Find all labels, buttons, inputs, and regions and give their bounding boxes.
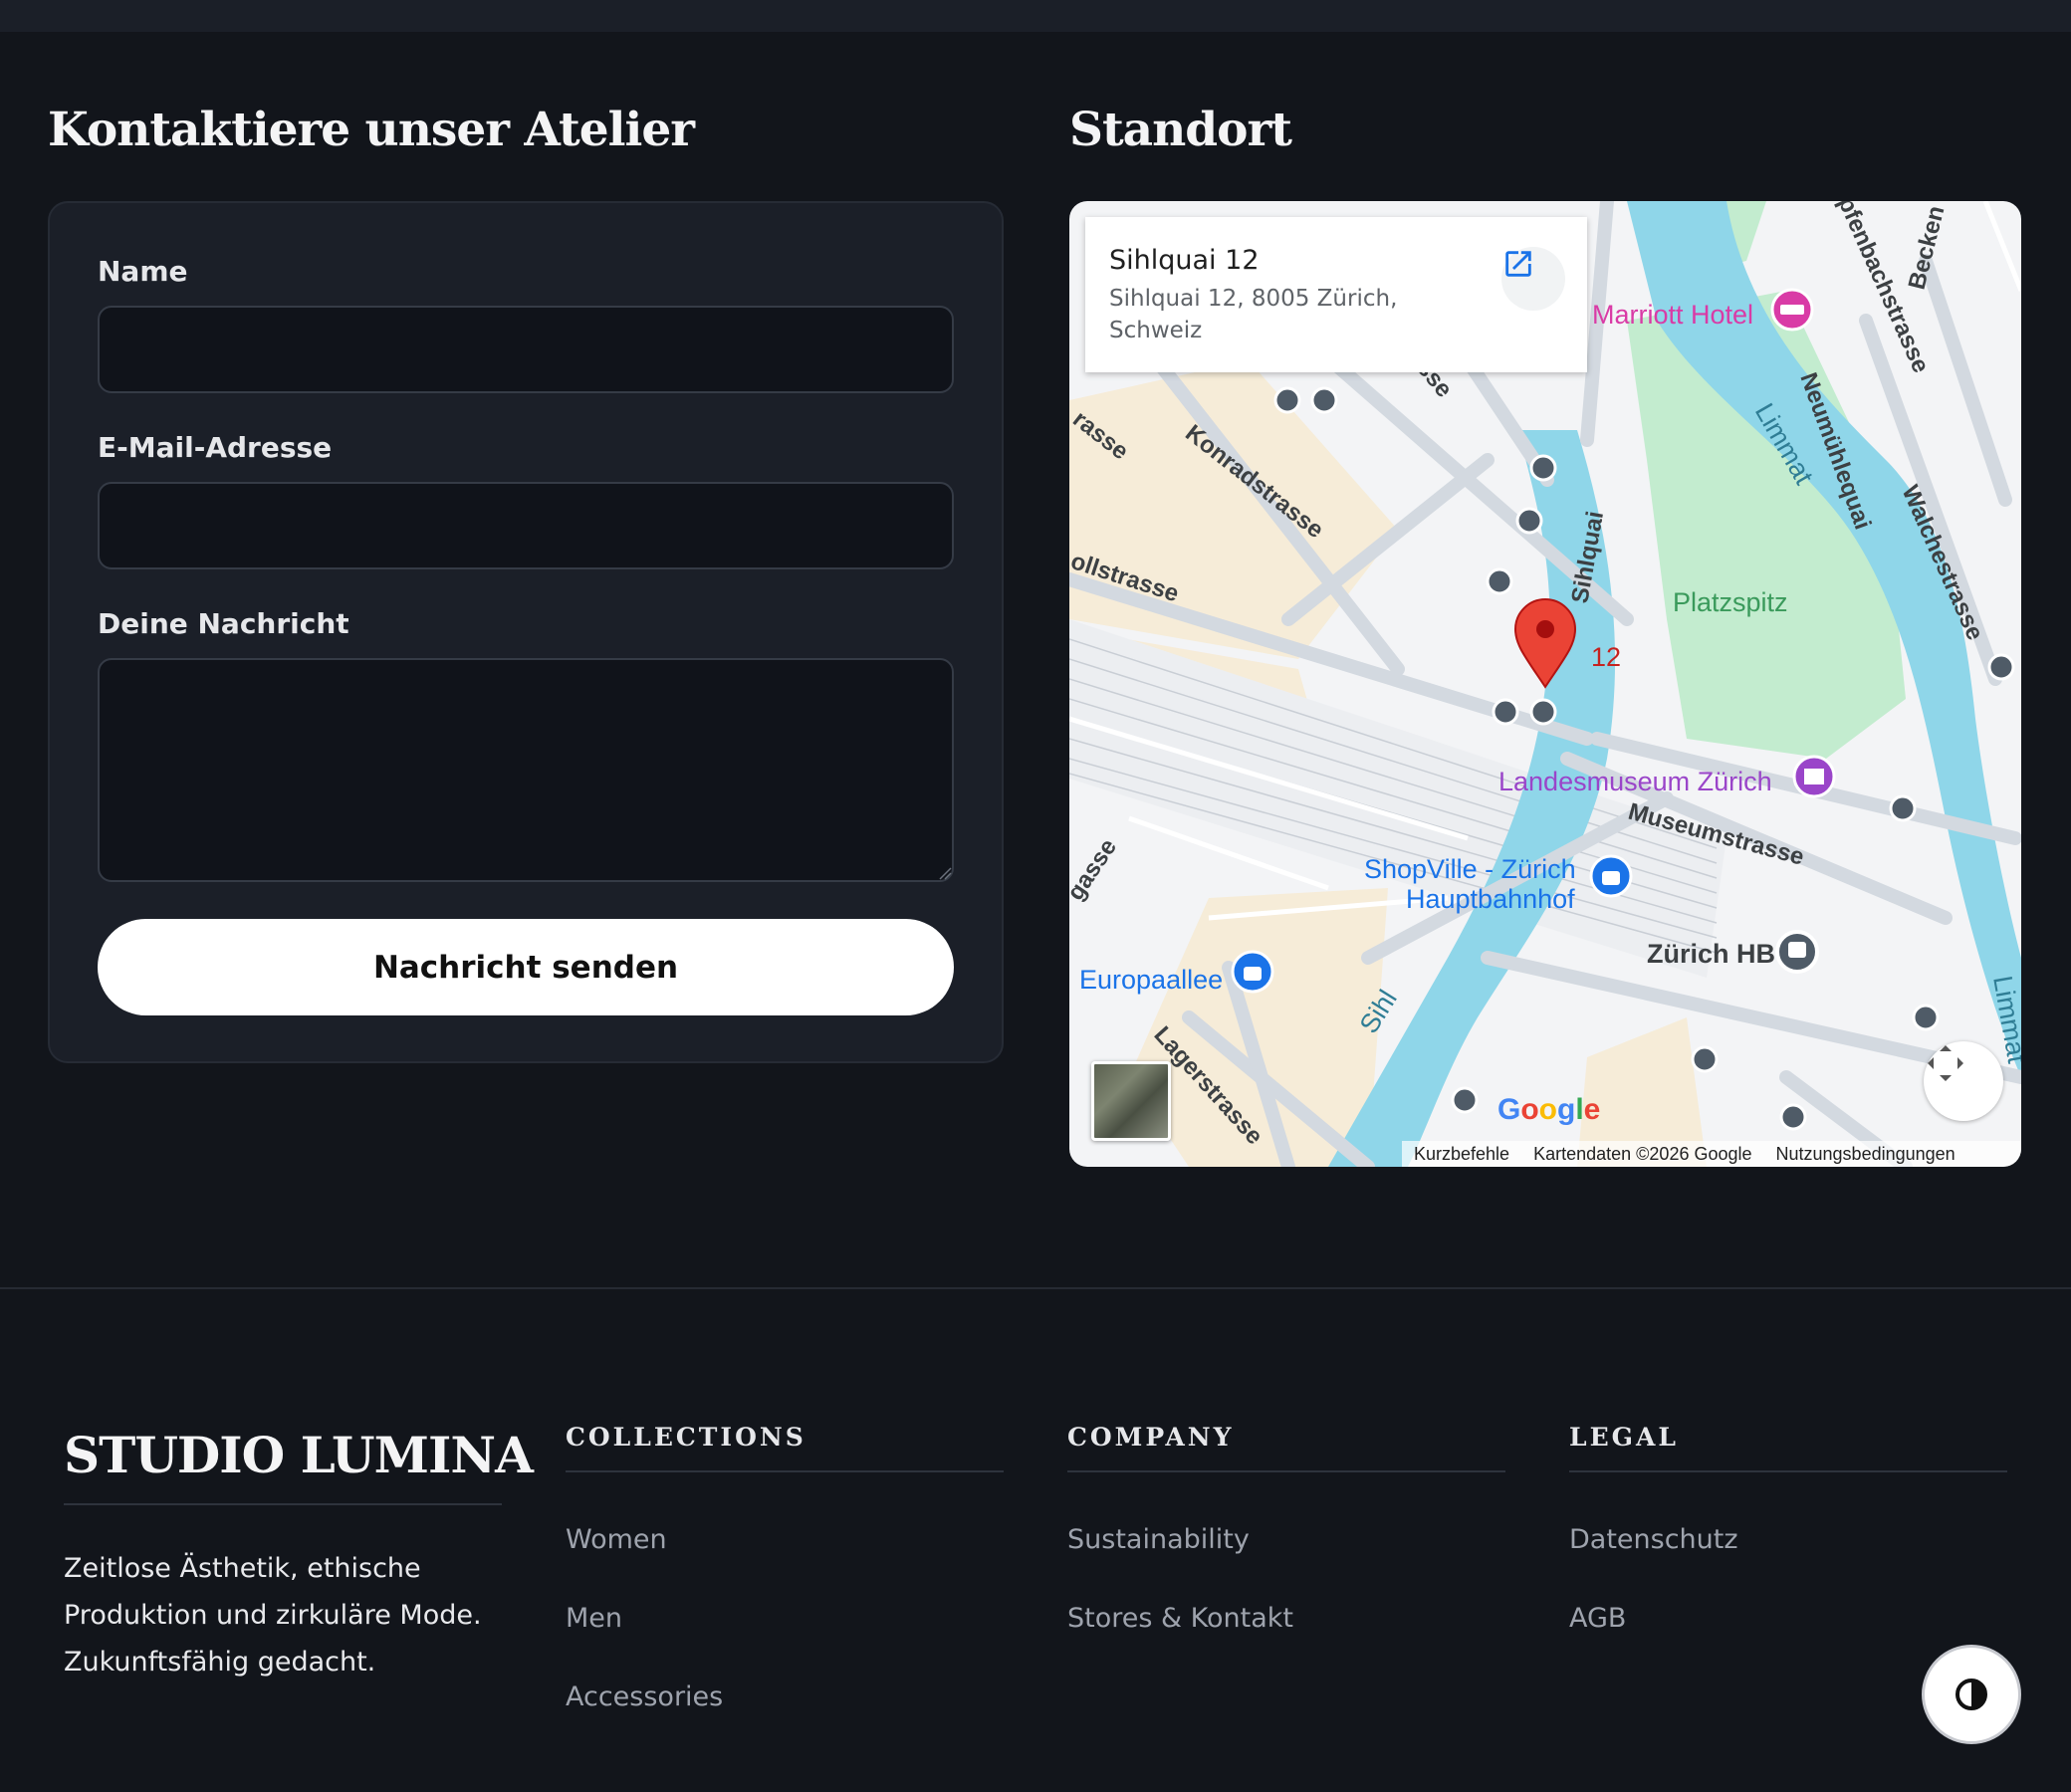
footer-tagline: Zeitlose Ästhetik, ethische Produktion u… [64, 1553, 482, 1678]
company-heading: COMPANY [1067, 1423, 1235, 1452]
marriott-label: Marriott Hotel [1592, 300, 1753, 330]
platzspitz-label: Platzspitz [1673, 587, 1788, 617]
fullscreen-icon[interactable] [1924, 1041, 2003, 1121]
shopping-bag-icon[interactable] [1231, 950, 1274, 994]
limmat-label-2: Limmat [1987, 974, 2021, 1066]
location-heading: Standort [1069, 103, 1292, 157]
message-textarea[interactable] [98, 658, 954, 882]
marker-label: 12 [1591, 642, 1621, 672]
message-label: Deine Nachricht [98, 607, 349, 640]
keyboard-shortcuts-link[interactable]: Kurzbefehle [1414, 1144, 1509, 1165]
company-rule [1067, 1470, 1505, 1472]
email-input[interactable] [98, 482, 954, 569]
send-message-button[interactable]: Nachricht senden [98, 919, 954, 1015]
contact-heading: Kontaktiere unser Atelier [48, 103, 695, 157]
map-attribution-bar: Kurzbefehle Kartendaten ©2026 Google Nut… [1402, 1141, 2021, 1167]
open-in-new-icon[interactable] [1501, 247, 1565, 311]
collections-heading: COLLECTIONS [566, 1423, 806, 1452]
footer-link-stores[interactable]: Stores & Kontakt [1067, 1603, 1293, 1634]
place-info-card: Sihlquai 12 Sihlquai 12, 8005 Zürich, Sc… [1085, 217, 1587, 372]
footer-link-sustainability[interactable]: Sustainability [1067, 1524, 1250, 1555]
zuerich-hb-label: Zürich HB [1647, 939, 1775, 969]
footer-link-women[interactable]: Women [566, 1524, 667, 1555]
terms-link[interactable]: Nutzungsbedingungen [1776, 1144, 1956, 1165]
museum-icon[interactable] [1792, 755, 1836, 798]
footer-link-men[interactable]: Men [566, 1603, 622, 1634]
europaallee-label: Europaallee [1079, 965, 1223, 995]
footer-link-accessories[interactable]: Accessories [566, 1681, 723, 1712]
satellite-toggle-button[interactable] [1091, 1061, 1171, 1141]
map-data-credit: Kartendaten ©2026 Google [1533, 1143, 1752, 1164]
gasse-label: gasse [1069, 834, 1122, 906]
shopping-bag-icon[interactable] [1589, 854, 1633, 898]
theme-toggle-button[interactable] [1922, 1645, 2021, 1744]
place-address: Sihlquai 12, 8005 Zürich, Schweiz [1109, 286, 1398, 343]
name-label: Name [98, 255, 188, 288]
map-embed[interactable]: 12 Marriott Hotel Platzspitz Landesmuseu… [1069, 201, 2021, 1167]
marriott-hotel-icon[interactable] [1770, 288, 1814, 332]
top-bar [0, 0, 2071, 32]
footer-brand[interactable]: STUDIO LUMINA [64, 1426, 534, 1484]
name-input[interactable] [98, 306, 954, 393]
zuerich-hb-icon[interactable] [1775, 930, 1819, 974]
beckenhof-label: Becken [1904, 203, 1951, 292]
shopville-label: ShopVille - Zürich [1364, 854, 1576, 884]
place-title: Sihlquai 12 [1109, 245, 1260, 276]
landesmuseum-label: Landesmuseum Zürich [1498, 767, 1772, 796]
brand-rule [64, 1503, 502, 1505]
shopville-label-2: Hauptbahnhof [1406, 884, 1575, 914]
textarea-resize-handle[interactable] [938, 866, 952, 880]
legal-heading: LEGAL [1569, 1423, 1679, 1452]
footer-link-agb[interactable]: AGB [1569, 1603, 1626, 1634]
footer-link-datenschutz[interactable]: Datenschutz [1569, 1524, 1738, 1555]
collections-rule [566, 1470, 1004, 1472]
contrast-icon [1956, 1679, 1987, 1710]
google-logo: Google [1497, 1093, 1601, 1126]
legal-rule [1569, 1470, 2007, 1472]
footer-divider [0, 1287, 2071, 1289]
email-label: E-Mail-Adresse [98, 431, 333, 464]
